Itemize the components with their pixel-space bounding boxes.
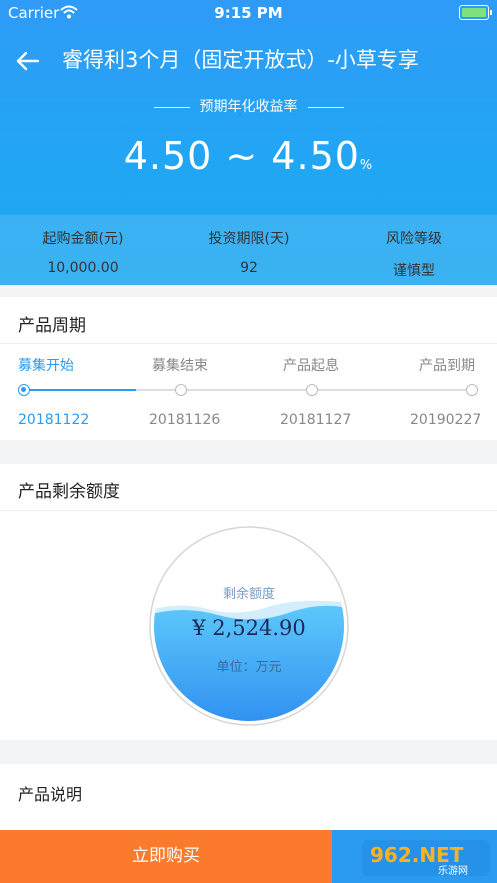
- remaining-amount: ¥ 2,524.90: [192, 616, 306, 640]
- cycle-title: 产品周期: [18, 316, 86, 336]
- expected-rate: 4.50 ~ 4.50%: [0, 134, 497, 178]
- divider-left: [153, 106, 190, 108]
- info-term: 投资期限(天) 92: [166, 228, 332, 276]
- info-value: 92: [240, 260, 258, 276]
- status-bar: Carrier 9:15 PM: [0, 0, 497, 26]
- battery-icon: [459, 5, 492, 20]
- step-label: 产品起息: [283, 358, 339, 374]
- divider-right: [307, 106, 344, 108]
- amount-unit: 单位：万元: [216, 660, 282, 675]
- watermark-logo: 962.NET 乐游网: [362, 840, 490, 877]
- svg-text:乐游网: 乐游网: [438, 864, 468, 877]
- step-dot: [18, 384, 30, 396]
- step-dot: [306, 384, 318, 396]
- info-value: 10,000.00: [47, 260, 119, 276]
- step-dot: [466, 384, 478, 396]
- clock: 9:15 PM: [214, 4, 283, 22]
- step-dot: [175, 384, 187, 396]
- divider: [0, 510, 497, 511]
- info-label: 风险等级: [386, 231, 442, 247]
- buy-now-button[interactable]: 立即购买: [0, 830, 332, 883]
- info-label: 起购金额(元): [42, 231, 124, 247]
- step-label: 产品到期: [419, 358, 475, 374]
- page-title: 睿得利3个月（固定开放式）-小草专享: [62, 48, 419, 72]
- description-title: 产品说明: [18, 785, 83, 804]
- rate-label: 预期年化收益率: [199, 99, 298, 115]
- rate-value: 4.50 ~ 4.50: [123, 134, 360, 178]
- remaining-title: 产品剩余额度: [18, 482, 120, 502]
- info-risk: 风险等级 谨慎型: [331, 228, 497, 280]
- divider: [0, 343, 497, 344]
- info-label: 投资期限(天): [208, 231, 290, 247]
- info-value: 谨慎型: [393, 263, 435, 279]
- svg-text:962.NET: 962.NET: [370, 843, 464, 867]
- step-date: 20181126: [149, 412, 221, 428]
- rate-unit: %: [359, 158, 374, 173]
- step-label: 募集开始: [18, 358, 74, 374]
- info-min-amount: 起购金额(元) 10,000.00: [0, 228, 166, 276]
- step-label: 募集结束: [152, 358, 208, 374]
- rate-label-row: 预期年化收益率: [0, 96, 497, 116]
- step-date: 20190227: [410, 412, 482, 428]
- back-arrow-icon[interactable]: [14, 48, 42, 74]
- gauge-label: 剩余额度: [222, 587, 275, 602]
- step-date: 20181127: [280, 412, 352, 428]
- step-date: 20181122: [18, 412, 90, 428]
- progress-track-active: [24, 389, 136, 391]
